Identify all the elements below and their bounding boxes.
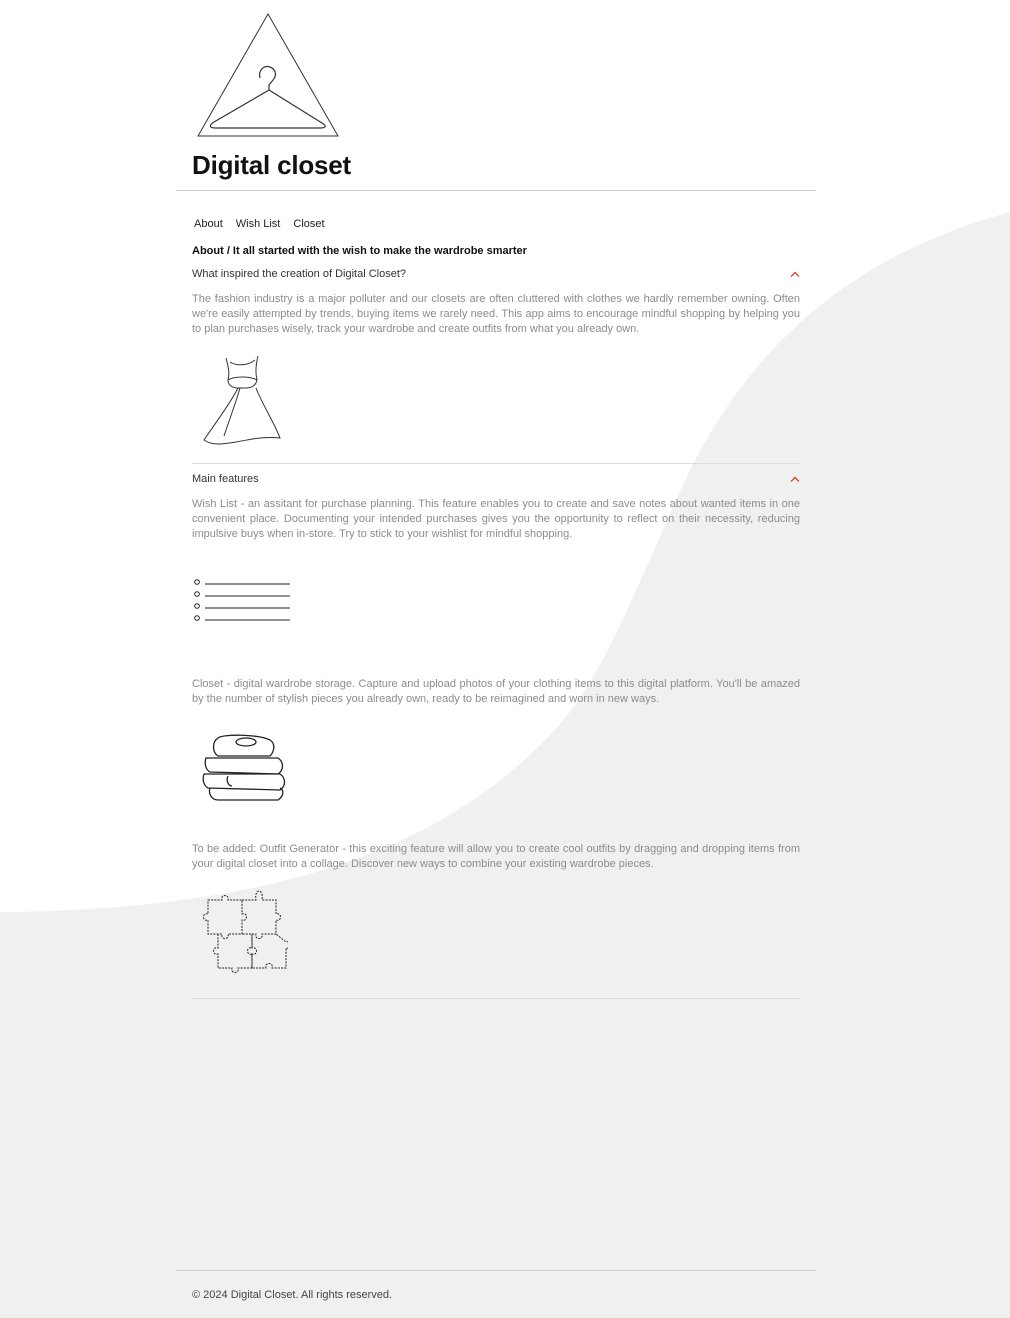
wish-list-feature-paragraph: Wish List - an assitant for purchase pla…: [192, 498, 800, 540]
section-divider: [192, 998, 800, 999]
chevron-up-icon[interactable]: [790, 475, 800, 483]
puzzle-pieces-icon: [203, 890, 288, 973]
breadcrumb: About / It all started with the wish to …: [192, 245, 527, 257]
footer-divider: [176, 1270, 816, 1271]
accordion-header-inspiration[interactable]: What inspired the creation of Digital Cl…: [192, 266, 800, 282]
section-divider: [192, 463, 800, 464]
closet-feature-paragraph: Closet - digital wardrobe storage. Captu…: [192, 678, 800, 705]
inspiration-paragraph: The fashion industry is a major polluter…: [192, 293, 800, 335]
nav-link-about[interactable]: About: [192, 218, 225, 230]
page-container: Digital closet About Wish List Closet Ab…: [176, 0, 816, 1318]
footer-copyright: © 2024 Digital Closet. All rights reserv…: [192, 1289, 393, 1301]
accordion-title: Main features: [192, 473, 259, 485]
hanger-triangle-logo-icon: [197, 12, 339, 137]
nav-link-closet[interactable]: Closet: [291, 218, 326, 230]
main-nav: About Wish List Closet: [192, 218, 327, 230]
checklist-icon: [194, 579, 290, 621]
header-divider: [176, 190, 816, 191]
folded-clothes-icon: [202, 734, 286, 801]
accordion-header-main-features[interactable]: Main features: [192, 471, 800, 487]
chevron-up-icon[interactable]: [790, 270, 800, 278]
nav-link-wish-list[interactable]: Wish List: [234, 218, 283, 230]
accordion-title: What inspired the creation of Digital Cl…: [192, 268, 406, 280]
outfit-generator-feature-paragraph: To be added: Outfit Generator - this exc…: [192, 843, 800, 870]
dress-icon: [203, 355, 281, 445]
site-title: Digital closet: [192, 150, 352, 180]
